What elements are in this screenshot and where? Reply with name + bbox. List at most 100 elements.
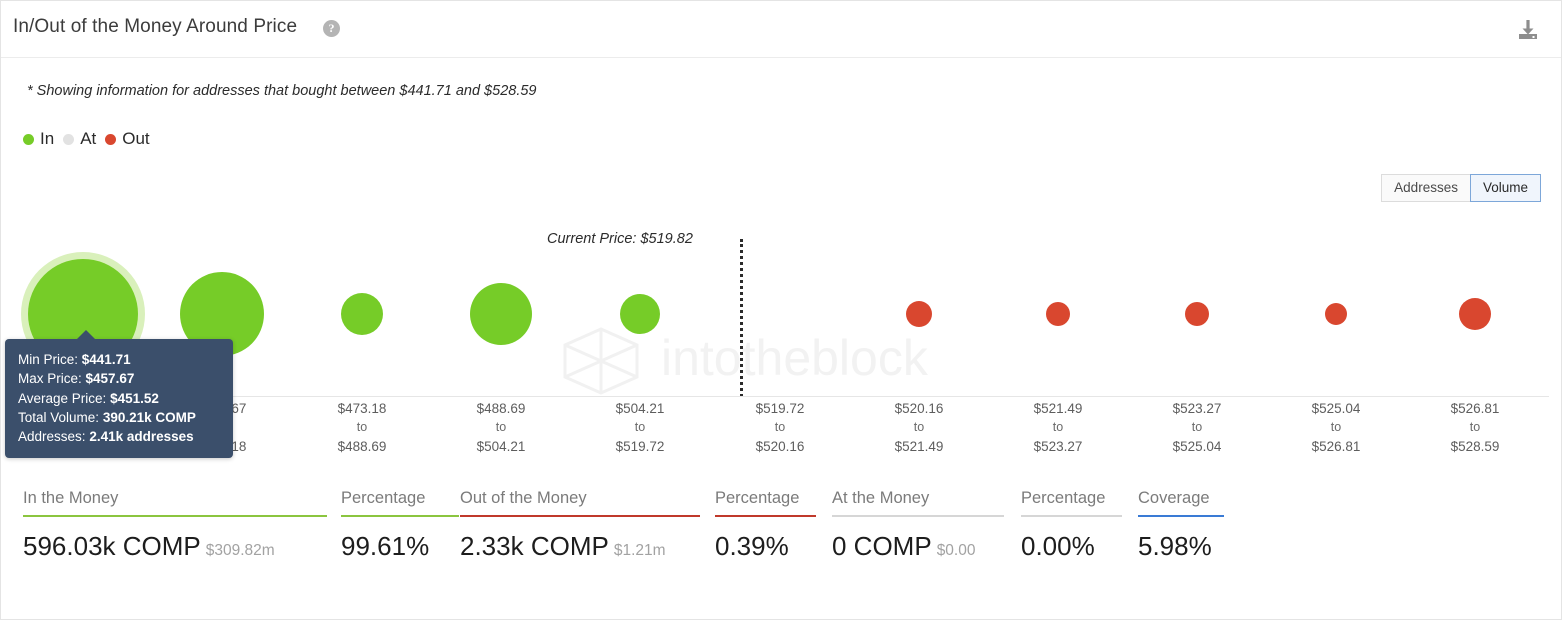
- stat-value-main: 2.33k COMP: [460, 531, 609, 561]
- bubble-out-5[interactable]: [1459, 298, 1491, 330]
- x-axis-label-min: $519.72: [710, 399, 850, 418]
- x-axis-label-sep: to: [292, 418, 432, 437]
- stat-value-sub: $0.00: [937, 542, 976, 559]
- x-axis-label: $519.72 to $520.16: [710, 399, 850, 456]
- stat-rule: [1138, 515, 1224, 517]
- stat-at-the-money: At the Money 0 COMP$0.00: [832, 489, 1004, 562]
- stat-value: 0.00%: [1021, 531, 1122, 562]
- tooltip-label: Total Volume:: [18, 410, 99, 425]
- x-axis-label-max: $488.69: [292, 437, 432, 456]
- toggle-addresses-button[interactable]: Addresses: [1381, 174, 1471, 202]
- x-axis-label-min: $473.18: [292, 399, 432, 418]
- tooltip-row-total-volume: Total Volume: 390.21k COMP: [18, 408, 220, 427]
- x-axis-label-max: $523.27: [988, 437, 1128, 456]
- bubble-out-3[interactable]: [1185, 302, 1209, 326]
- x-axis-label-max: $521.49: [849, 437, 989, 456]
- legend: In At Out: [23, 129, 150, 149]
- stat-value-main: 0.39%: [715, 531, 789, 561]
- tooltip-arrow: [77, 330, 95, 339]
- stat-value-main: 5.98%: [1138, 531, 1212, 561]
- tooltip-label: Addresses:: [18, 429, 86, 444]
- bubble-out-1[interactable]: [906, 301, 932, 327]
- x-axis-label-min: $504.21: [570, 399, 710, 418]
- download-icon[interactable]: [1515, 17, 1541, 43]
- stat-rule: [341, 515, 459, 517]
- bubble-in-4[interactable]: [470, 283, 532, 345]
- bubble-in-3[interactable]: [341, 293, 383, 335]
- svg-text:intotheblock: intotheblock: [661, 330, 929, 386]
- tooltip-value: 390.21k COMP: [103, 410, 196, 425]
- stat-label: Coverage: [1138, 489, 1224, 515]
- current-price-label: Current Price: $519.82: [547, 231, 693, 247]
- x-axis-label-max: $528.59: [1405, 437, 1545, 456]
- tooltip-label: Min Price:: [18, 352, 78, 367]
- x-axis-label: $473.18 to $488.69: [292, 399, 432, 456]
- page-title: In/Out of the Money Around Price: [13, 16, 297, 38]
- bubble-out-2[interactable]: [1046, 302, 1070, 326]
- tooltip-row-addresses: Addresses: 2.41k addresses: [18, 427, 220, 446]
- stat-value-main: 596.03k COMP: [23, 531, 201, 561]
- tooltip-label: Max Price:: [18, 371, 82, 386]
- stat-label: Out of the Money: [460, 489, 700, 515]
- tooltip-row-min-price: Min Price: $441.71: [18, 350, 220, 369]
- stat-rule: [460, 515, 700, 517]
- x-axis-label: $525.04 to $526.81: [1266, 399, 1406, 456]
- stat-at-the-money-percentage: Percentage 0.00%: [1021, 489, 1122, 562]
- bubble-in-5[interactable]: [620, 294, 660, 334]
- summary-stats: In the Money 596.03k COMP $309.82m Percen…: [1, 489, 1562, 594]
- x-axis-label-max: $520.16: [710, 437, 850, 456]
- x-axis-label-max: $525.04: [1127, 437, 1267, 456]
- legend-dot-at: [63, 134, 74, 145]
- stat-value-sub: $309.82m: [206, 542, 275, 559]
- stat-in-the-money-percentage: Percentage 99.61%: [341, 489, 459, 562]
- stat-value: 596.03k COMP $309.82m: [23, 531, 327, 562]
- bubble-out-4[interactable]: [1325, 303, 1347, 325]
- stat-in-the-money: In the Money 596.03k COMP $309.82m: [23, 489, 327, 562]
- tooltip-row-average-price: Average Price: $451.52: [18, 389, 220, 408]
- legend-label-at: At: [80, 129, 96, 149]
- stat-label: Percentage: [1021, 489, 1122, 515]
- x-axis-labels: $441.71 to $457.67 $457.67 to $473.18 $4…: [1, 399, 1562, 461]
- x-axis-label-min: $521.49: [988, 399, 1128, 418]
- legend-label-in: In: [40, 129, 54, 149]
- x-axis-label-min: $525.04: [1266, 399, 1406, 418]
- stat-value: 0.39%: [715, 531, 816, 562]
- stat-out-of-the-money-percentage: Percentage 0.39%: [715, 489, 816, 562]
- x-axis-label: $504.21 to $519.72: [570, 399, 710, 456]
- stat-value-main: 0.00%: [1021, 531, 1095, 561]
- toggle-volume-button[interactable]: Volume: [1470, 174, 1541, 202]
- tooltip-value: $441.71: [82, 352, 131, 367]
- tooltip-label: Average Price:: [18, 391, 106, 406]
- stat-rule: [23, 515, 327, 517]
- bubble-tooltip: Min Price: $441.71 Max Price: $457.67 Av…: [5, 339, 233, 458]
- tooltip-value: 2.41k addresses: [89, 429, 193, 444]
- stat-out-of-the-money: Out of the Money 2.33k COMP $1.21m: [460, 489, 700, 562]
- current-price-line: [740, 239, 743, 397]
- stat-label: Percentage: [341, 489, 459, 515]
- stat-rule: [832, 515, 1004, 517]
- x-axis-label-sep: to: [710, 418, 850, 437]
- info-note: * Showing information for addresses that…: [27, 83, 536, 99]
- legend-item-out[interactable]: Out: [105, 129, 149, 149]
- question-mark-icon[interactable]: ?: [323, 20, 340, 37]
- stat-value-main: 0 COMP: [832, 531, 932, 561]
- bubble-chart: intotheblock Current Price: $519.82: [1, 211, 1562, 396]
- metric-toggle-group: Addresses Volume: [1381, 174, 1541, 202]
- stat-value: 0 COMP $0.00: [832, 531, 1004, 562]
- stat-label: In the Money: [23, 489, 327, 515]
- stat-coverage: Coverage 5.98%: [1138, 489, 1224, 562]
- x-axis-label: $521.49 to $523.27: [988, 399, 1128, 456]
- tooltip-value: $457.67: [86, 371, 135, 386]
- x-axis-label: $520.16 to $521.49: [849, 399, 989, 456]
- x-axis-line: [15, 396, 1549, 397]
- x-axis-label: $488.69 to $504.21: [431, 399, 571, 456]
- legend-dot-in: [23, 134, 34, 145]
- panel-header: In/Out of the Money Around Price ?: [1, 1, 1561, 58]
- legend-label-out: Out: [122, 129, 149, 149]
- legend-item-at[interactable]: At: [63, 129, 96, 149]
- legend-item-in[interactable]: In: [23, 129, 54, 149]
- stat-value-sub: $1.21m: [614, 542, 666, 559]
- tooltip-row-max-price: Max Price: $457.67: [18, 369, 220, 388]
- stat-rule: [715, 515, 816, 517]
- x-axis-label-min: $488.69: [431, 399, 571, 418]
